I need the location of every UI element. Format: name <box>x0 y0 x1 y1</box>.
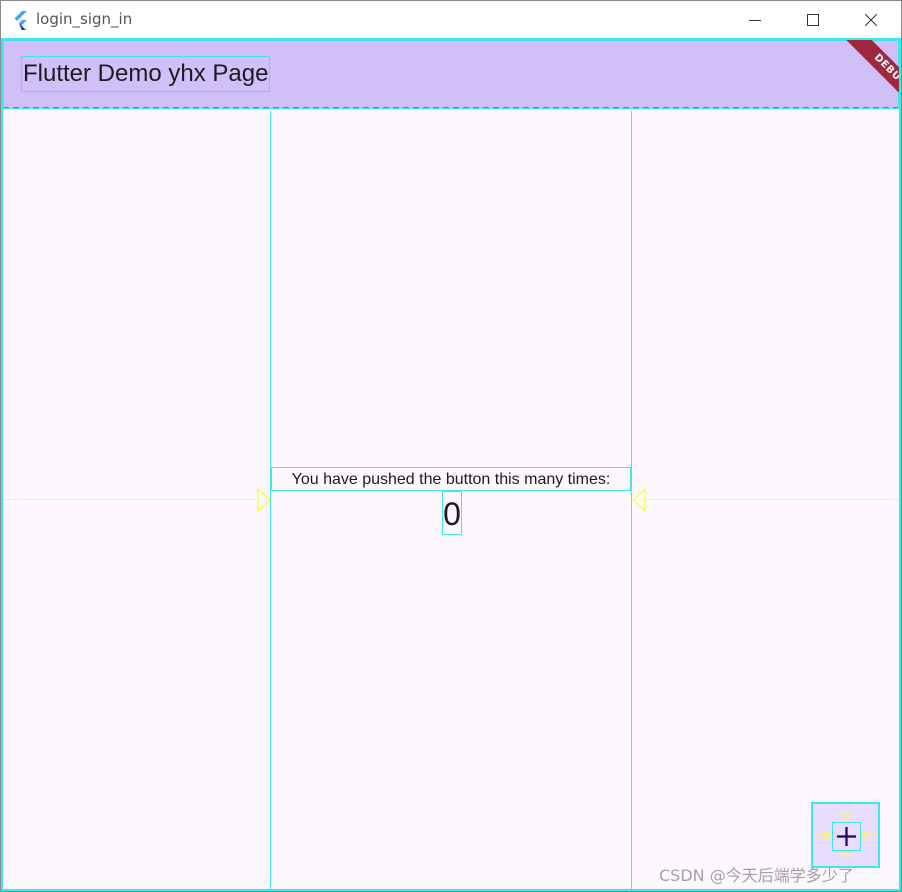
padding-arrow-right-icon <box>632 488 646 512</box>
close-button[interactable] <box>842 1 900 38</box>
plus-icon <box>837 827 856 846</box>
page-title: Flutter Demo yhx Page <box>21 56 271 92</box>
padding-arrow-left-icon <box>257 488 271 512</box>
increment-fab-button[interactable] <box>811 802 880 868</box>
app-bar: Flutter Demo yhx Page <box>3 40 899 109</box>
title-bar[interactable]: login_sign_in <box>1 1 901 38</box>
counter-label: You have pushed the button this many tim… <box>271 467 631 491</box>
watermark: CSDN @今天后端学多少了 <box>659 866 854 885</box>
window-title: login_sign_in <box>36 10 133 28</box>
counter-column: You have pushed the button this many tim… <box>271 467 631 539</box>
close-icon <box>865 13 877 26</box>
maximize-button[interactable] <box>784 1 842 38</box>
app-content: Flutter Demo yhx Page DEBUG You have pus… <box>1 38 901 891</box>
minimize-button[interactable] <box>726 1 784 38</box>
fab-icon-box <box>832 822 861 851</box>
padding-arrow-right-line <box>643 499 899 500</box>
padding-arrow-left-line <box>3 499 259 500</box>
minimize-icon <box>749 19 761 21</box>
counter-value: 0 <box>442 491 462 535</box>
flutter-logo-icon <box>14 11 27 30</box>
maximize-icon <box>807 13 819 26</box>
app-window: login_sign_in Flutter Demo yhx Page DEBU… <box>0 0 902 892</box>
